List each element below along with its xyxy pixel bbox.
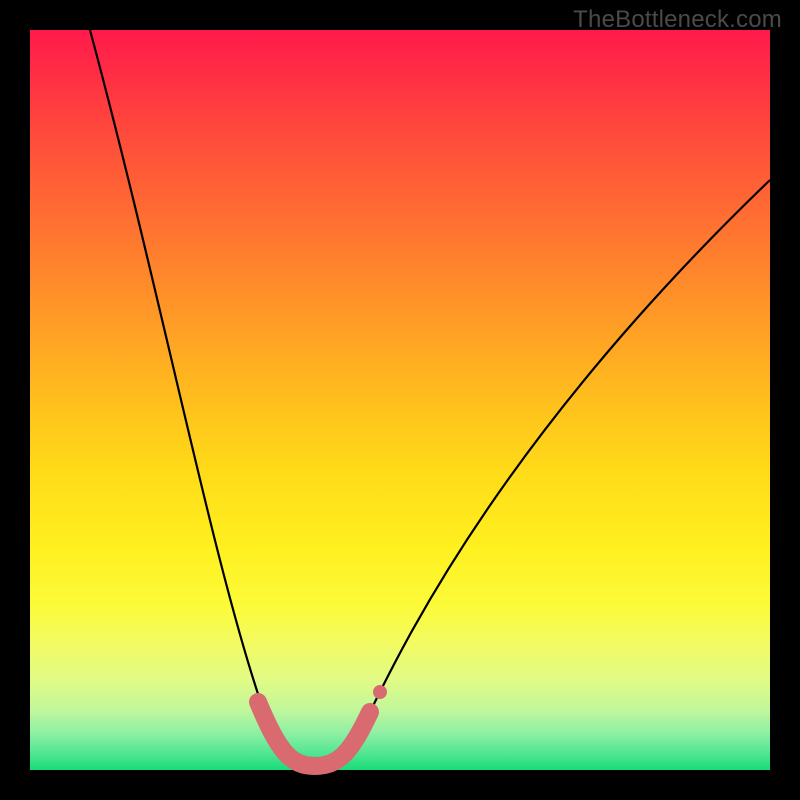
chart-plot-area [30, 30, 770, 770]
chart-curve [90, 30, 770, 768]
chart-svg [30, 30, 770, 770]
chart-highlight-band [258, 702, 370, 766]
chart-frame: TheBottleneck.com [0, 0, 800, 800]
chart-highlight-dot [373, 685, 387, 699]
